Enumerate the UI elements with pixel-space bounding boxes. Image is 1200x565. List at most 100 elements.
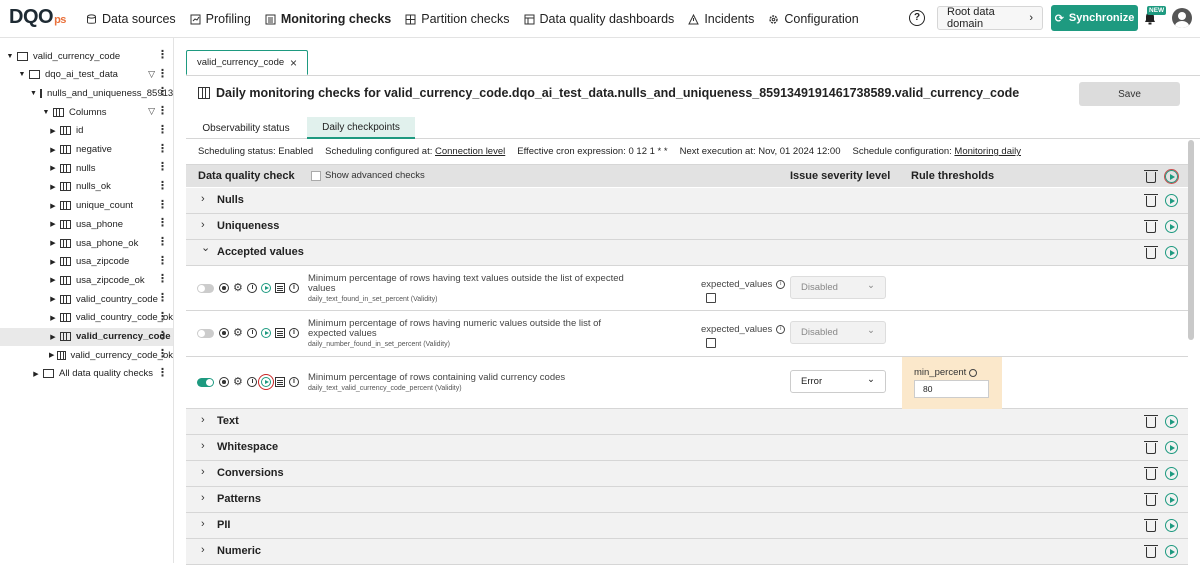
- app-logo[interactable]: DQOps: [9, 6, 66, 30]
- help-icon[interactable]: ?: [909, 10, 925, 26]
- nav-data-sources[interactable]: Data sources: [86, 12, 176, 26]
- delete-icon[interactable]: [1144, 441, 1158, 454]
- info-icon[interactable]: i: [289, 328, 299, 338]
- edit-icon[interactable]: [706, 338, 716, 348]
- caret-down-icon[interactable]: ▼: [42, 109, 50, 116]
- tree-item[interactable]: ▶ unique_count ⋮: [0, 197, 173, 215]
- more-options-icon[interactable]: ⋮: [157, 236, 168, 248]
- min-percent-input[interactable]: 80: [914, 380, 989, 398]
- more-options-icon[interactable]: ⋮: [157, 292, 168, 304]
- info-icon[interactable]: i: [776, 325, 786, 334]
- check-group-row[interactable]: › Text: [186, 409, 1188, 435]
- caret-right-icon[interactable]: ▶: [49, 220, 57, 228]
- enable-toggle[interactable]: [197, 284, 214, 293]
- chevron-right-icon[interactable]: ›: [201, 544, 205, 556]
- more-options-icon[interactable]: ⋮: [157, 217, 168, 229]
- tree-item[interactable]: ▶ All data quality checks ⋮: [0, 365, 173, 383]
- caret-down-icon[interactable]: ▼: [6, 53, 14, 60]
- caret-right-icon[interactable]: ▶: [49, 239, 57, 247]
- run-checks-icon[interactable]: [1165, 545, 1178, 558]
- more-options-icon[interactable]: ⋮: [157, 199, 168, 211]
- check-group-row[interactable]: › Numeric: [186, 539, 1188, 565]
- more-options-icon[interactable]: ⋮: [157, 311, 168, 323]
- chevron-right-icon[interactable]: ›: [201, 193, 205, 205]
- tree-item[interactable]: ▶ usa_zipcode ⋮: [0, 253, 173, 271]
- tree-item[interactable]: ▶ valid_currency_code ⋮: [0, 327, 173, 346]
- tree-item[interactable]: ▶ usa_zipcode_ok ⋮: [0, 271, 173, 289]
- clock-icon[interactable]: [247, 328, 257, 338]
- more-options-icon[interactable]: ⋮: [157, 105, 168, 117]
- check-group-row[interactable]: › PII: [186, 513, 1188, 539]
- run-check-icon[interactable]: [261, 328, 271, 338]
- caret-right-icon[interactable]: ▶: [49, 164, 57, 172]
- root-domain-button[interactable]: Root data domain ›: [937, 6, 1043, 30]
- check-group-row[interactable]: › Whitespace: [186, 435, 1188, 461]
- tree-item[interactable]: ▼ valid_currency_code ⋮: [0, 47, 173, 65]
- monitoring-daily-link[interactable]: Monitoring daily: [954, 146, 1021, 157]
- target-icon[interactable]: [219, 283, 229, 293]
- tree-item[interactable]: ▼ nulls_and_uniqueness_859134 ⋮: [0, 84, 173, 102]
- caret-right-icon[interactable]: ▶: [49, 258, 57, 266]
- more-options-icon[interactable]: ⋮: [157, 86, 168, 98]
- run-check-icon[interactable]: [261, 283, 271, 293]
- caret-right-icon[interactable]: ▶: [49, 351, 54, 359]
- delete-icon[interactable]: [1144, 246, 1158, 259]
- enable-toggle[interactable]: [197, 329, 214, 338]
- edit-icon[interactable]: [706, 293, 716, 303]
- chevron-right-icon[interactable]: ›: [201, 518, 205, 530]
- more-options-icon[interactable]: ⋮: [157, 255, 168, 267]
- tree-item[interactable]: ▼ Columns ▽ ⋮: [0, 103, 173, 121]
- tree-item[interactable]: ▼ dqo_ai_test_data ▽ ⋮: [0, 66, 173, 84]
- info-icon[interactable]: [969, 368, 978, 377]
- caret-right-icon[interactable]: ▶: [49, 314, 57, 322]
- run-checks-icon[interactable]: [1165, 441, 1178, 454]
- caret-right-icon[interactable]: ▶: [49, 127, 57, 135]
- caret-right-icon[interactable]: ▶: [49, 276, 57, 284]
- more-options-icon[interactable]: ⋮: [157, 348, 168, 360]
- results-icon[interactable]: [275, 283, 285, 293]
- more-options-icon[interactable]: ⋮: [157, 330, 168, 342]
- caret-down-icon[interactable]: ▼: [18, 71, 26, 78]
- chevron-right-icon[interactable]: ›: [201, 219, 205, 231]
- check-group-row[interactable]: › Uniqueness: [186, 214, 1188, 240]
- tab-valid-currency-code[interactable]: valid_currency_code ×: [186, 50, 308, 75]
- run-checks-icon[interactable]: [1165, 194, 1178, 207]
- clock-icon[interactable]: [247, 377, 257, 387]
- severity-select[interactable]: Disabled ⌄: [790, 276, 886, 299]
- tree-item[interactable]: ▶ id ⋮: [0, 122, 173, 140]
- info-icon[interactable]: i: [776, 280, 786, 289]
- more-options-icon[interactable]: ⋮: [157, 143, 168, 155]
- more-options-icon[interactable]: ⋮: [157, 273, 168, 285]
- run-checks-icon[interactable]: [1165, 519, 1178, 532]
- tree-item[interactable]: ▶ usa_phone ⋮: [0, 215, 173, 233]
- target-icon[interactable]: [219, 328, 229, 338]
- check-group-row[interactable]: › Patterns: [186, 487, 1188, 513]
- check-group-row[interactable]: › Conversions: [186, 461, 1188, 487]
- gear-icon[interactable]: ⚙: [233, 377, 243, 388]
- more-options-icon[interactable]: ⋮: [157, 180, 168, 192]
- filter-icon[interactable]: ▽: [148, 69, 155, 80]
- tab-observability-status[interactable]: Observability status: [196, 117, 296, 139]
- run-checks-icon[interactable]: [1165, 467, 1178, 480]
- delete-icon[interactable]: [1144, 415, 1158, 428]
- tree-item[interactable]: ▶ valid_currency_code_ok ⋮: [0, 346, 173, 364]
- nav-data-quality-dashboards[interactable]: Data quality dashboards: [524, 12, 674, 26]
- more-options-icon[interactable]: ⋮: [157, 161, 168, 173]
- run-checks-icon[interactable]: [1165, 246, 1178, 259]
- caret-down-icon[interactable]: ▼: [30, 90, 37, 97]
- advanced-checkbox[interactable]: [311, 170, 321, 181]
- info-icon[interactable]: i: [289, 283, 299, 293]
- synchronize-button[interactable]: ⟳ Synchronize: [1051, 5, 1138, 31]
- more-options-icon[interactable]: ⋮: [157, 68, 168, 80]
- delete-icon[interactable]: [1144, 467, 1158, 480]
- tab-daily-checkpoints[interactable]: Daily checkpoints: [307, 117, 415, 139]
- more-options-icon[interactable]: ⋮: [157, 124, 168, 136]
- filter-icon[interactable]: ▽: [148, 106, 155, 117]
- run-all-checks-icon[interactable]: [1164, 169, 1179, 184]
- delete-icon[interactable]: [1144, 220, 1158, 233]
- chevron-right-icon[interactable]: ›: [201, 414, 205, 426]
- check-group-row[interactable]: › Nulls: [186, 188, 1188, 214]
- results-icon[interactable]: [275, 377, 285, 387]
- nav-profiling[interactable]: Profiling: [190, 12, 251, 26]
- gear-icon[interactable]: ⚙: [233, 328, 243, 339]
